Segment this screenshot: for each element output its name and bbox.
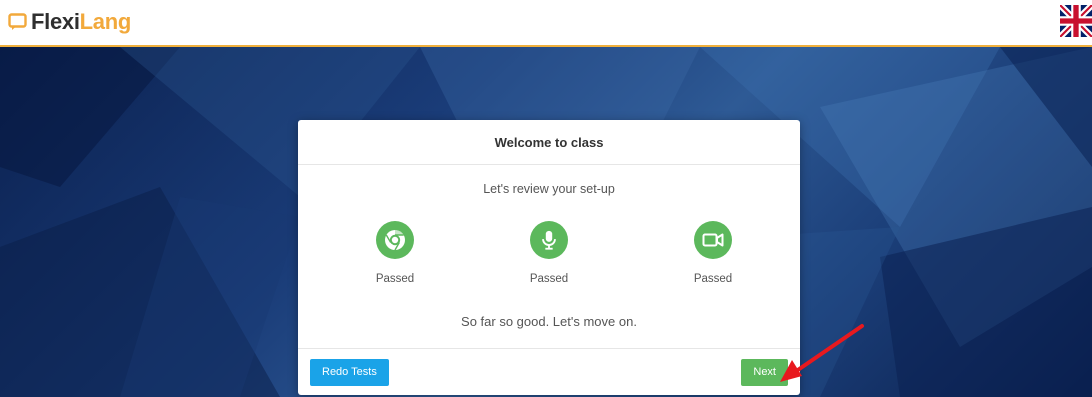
chat-bubble-icon [8, 13, 27, 30]
browser-check-badge [376, 221, 414, 259]
flexilang-logo[interactable]: FlexiLang [8, 7, 131, 37]
top-bar: FlexiLang [0, 0, 1092, 47]
redo-tests-button[interactable]: Redo Tests [310, 359, 389, 386]
welcome-modal: Welcome to class Let's review your set-u… [298, 120, 800, 395]
camera-check-badge [694, 221, 732, 259]
modal-title: Welcome to class [494, 134, 604, 150]
logo-text-flexi: Flexi [31, 9, 80, 34]
microphone-check: Passed [509, 221, 589, 285]
modal-footer: Redo Tests Next [298, 348, 800, 396]
logo-text-lang: Lang [79, 9, 132, 34]
camera-icon [702, 233, 724, 247]
status-message: So far so good. Let's move on. [461, 314, 637, 329]
browser-check: Passed [355, 221, 435, 285]
microphone-check-badge [530, 221, 568, 259]
browser-check-status: Passed [375, 273, 415, 285]
camera-check-status: Passed [693, 273, 733, 285]
modal-header: Welcome to class [298, 120, 800, 165]
modal-subtitle: Let's review your set-up [483, 182, 615, 196]
uk-flag-icon[interactable] [1060, 5, 1092, 37]
microphone-check-status: Passed [529, 273, 569, 285]
microphone-icon [542, 230, 556, 250]
logo-text: FlexiLang [31, 9, 131, 35]
camera-check: Passed [673, 221, 753, 285]
red-arrow-icon [780, 324, 864, 382]
chrome-icon [385, 229, 405, 251]
